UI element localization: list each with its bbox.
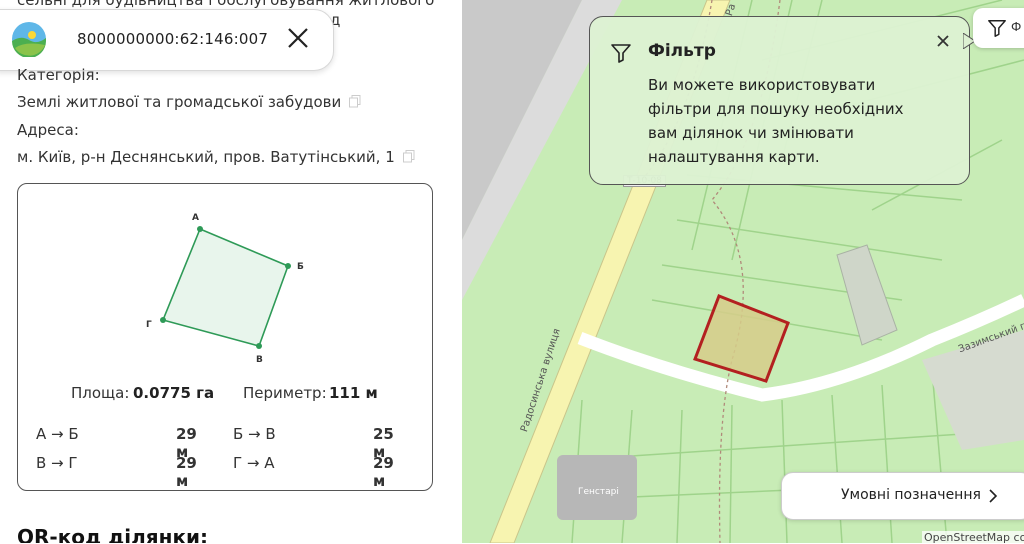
map-attribution[interactable]: OpenStreetMap co: [922, 531, 1024, 544]
address-label: Адреса:: [17, 121, 79, 139]
segment-name: Г → А: [233, 454, 275, 472]
segment-vg: В → Г 29 м: [36, 454, 197, 490]
segment-name: Б → В: [233, 425, 276, 443]
segment-bv: Б → В 25 м: [233, 425, 394, 461]
perimeter-value: 111 м: [329, 384, 378, 402]
category-value-row: Землі житлової та громадської забудови: [17, 93, 361, 111]
filter-tooltip: Фільтр Ви можете використовувати фільтри…: [589, 16, 970, 185]
vertex-label-a: А: [192, 213, 199, 223]
vertex-label-g: Г: [146, 320, 152, 330]
address-value: м. Київ, р-н Деснянський, пров. Ватутінс…: [17, 148, 395, 166]
copy-icon[interactable]: [349, 95, 361, 108]
filter-button[interactable]: Ф: [973, 8, 1024, 48]
copy-icon[interactable]: [402, 150, 415, 163]
filter-icon: [611, 44, 631, 63]
address-value-row: м. Київ, р-н Деснянський, пров. Ватутінс…: [17, 148, 415, 166]
segment-name: А → Б: [36, 425, 79, 443]
parcel-shape-card: А Б В Г Площа: 0.0775 га Периметр: 111 м…: [17, 183, 433, 491]
vertex-g: [160, 317, 166, 323]
legend-button[interactable]: Умовні позначення: [781, 472, 1024, 520]
vertex-v: [256, 343, 262, 349]
vertex-label-v: В: [256, 355, 263, 365]
segment-ab: А → Б 29 м: [36, 425, 197, 461]
vertex-b: [285, 263, 291, 269]
app-logo-icon: [12, 22, 46, 57]
filter-icon: [988, 20, 1006, 37]
close-icon[interactable]: [285, 25, 311, 51]
area-label: Площа:: [71, 384, 130, 402]
purpose-text-cut: сельні для будівництва і обслуговування …: [17, 0, 435, 9]
parcel-polygon: [161, 227, 290, 347]
cadastral-search-pill[interactable]: 8000000000:62:146:007: [0, 9, 334, 71]
cadastral-number: 8000000000:62:146:007: [77, 30, 269, 48]
perimeter-label: Периметр:: [243, 384, 327, 402]
segment-name: В → Г: [36, 454, 78, 472]
filter-button-label: Ф: [1011, 20, 1022, 34]
filter-tooltip-body: Ви можете використовувати фільтри для по…: [648, 76, 904, 166]
poi-label[interactable]: Генстарі: [578, 487, 619, 497]
qr-section-title: QR-код ділянки:: [17, 525, 209, 543]
category-label: Категорія:: [17, 66, 100, 84]
segment-length: 29 м: [176, 454, 197, 490]
vertex-a: [197, 226, 203, 232]
segment-ga: Г → А 29 м: [233, 454, 394, 490]
segment-length: 29 м: [373, 454, 394, 490]
vertex-label-b: Б: [297, 262, 304, 272]
filter-tooltip-title: Фільтр: [648, 41, 716, 61]
close-icon[interactable]: [936, 34, 950, 48]
parcel-shape-diagram: А Б В Г: [146, 213, 304, 365]
parcel-info-panel: сельні для будівництва і обслуговування …: [0, 0, 462, 543]
category-value: Землі житлової та громадської забудови: [17, 93, 342, 111]
chevron-right-icon: [989, 489, 998, 503]
area-value: 0.0775 га: [133, 384, 215, 402]
legend-button-label: Умовні позначення: [841, 487, 981, 503]
